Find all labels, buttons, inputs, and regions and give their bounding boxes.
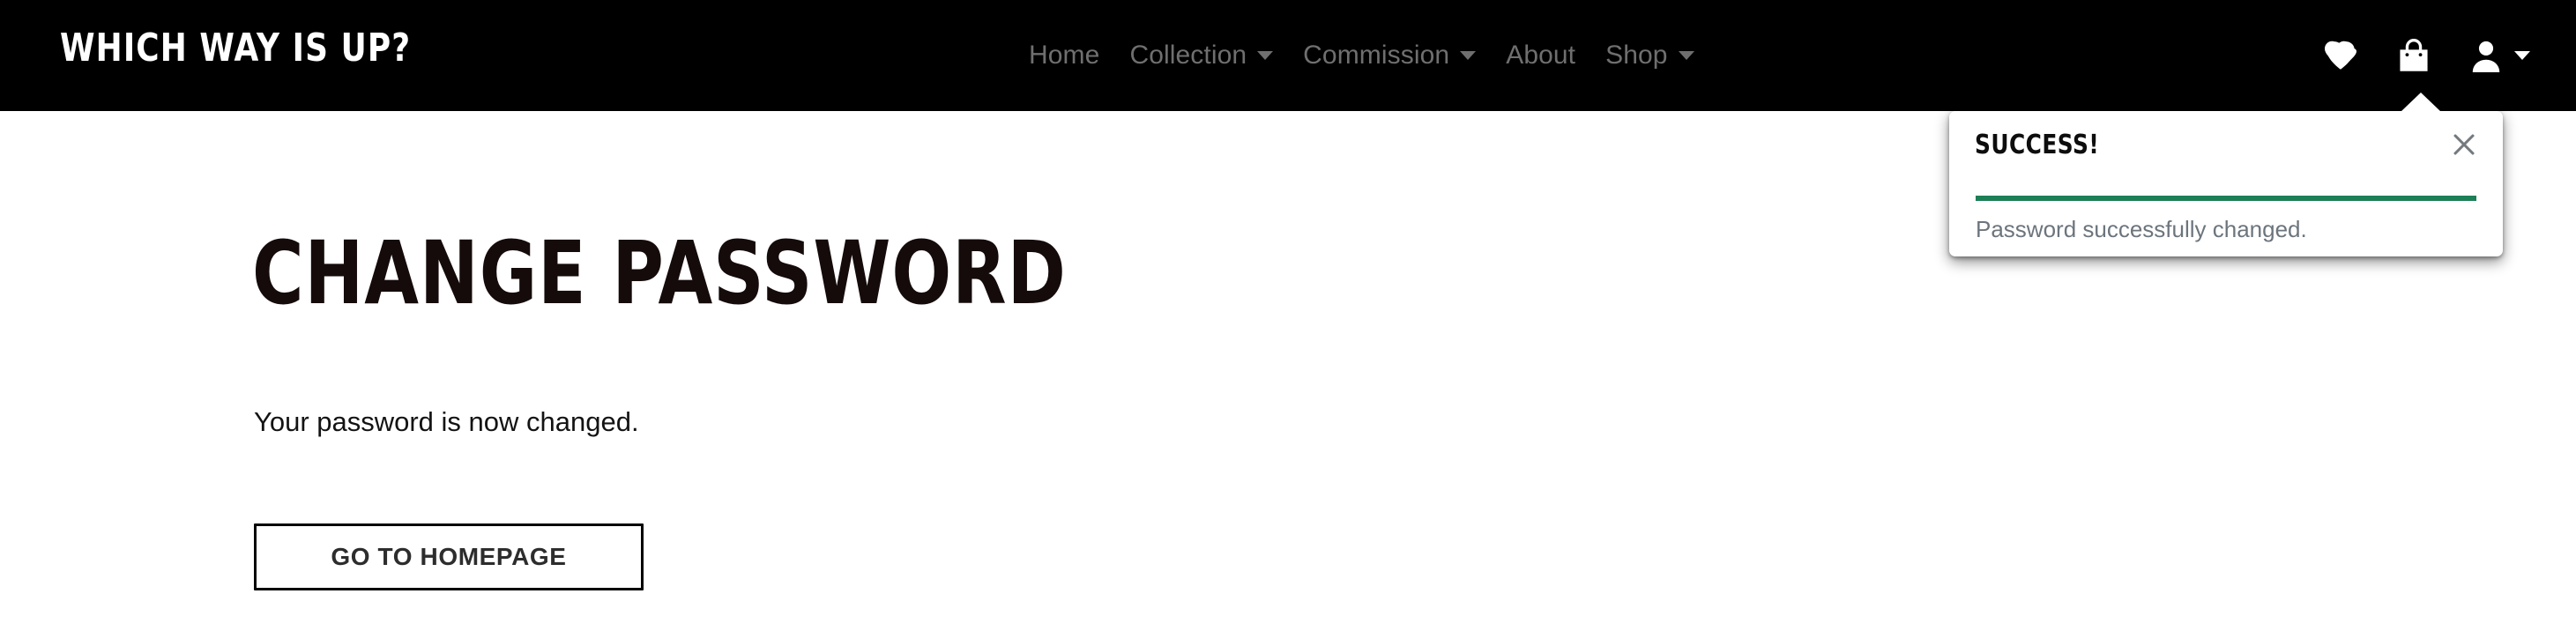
chevron-down-icon <box>2514 51 2530 60</box>
user-account-icon <box>2469 38 2503 73</box>
shopping-bag-icon <box>2397 38 2431 73</box>
confirmation-message: Your password is now changed. <box>254 406 639 437</box>
nav-item-label: Collection <box>1129 41 1247 70</box>
chevron-down-icon <box>1678 51 1694 60</box>
page-title: CHANGE PASSWORD <box>252 222 1067 324</box>
nav-item-label: About <box>1506 41 1576 70</box>
chevron-down-icon <box>1257 51 1274 60</box>
nav-item-label: Commission <box>1303 41 1450 70</box>
toast-accent-divider <box>1976 196 2476 201</box>
toast-message: Password successfully changed. <box>1976 216 2307 242</box>
primary-navigation: Home Collection Commission About Shop <box>1014 0 1709 111</box>
site-header: WHICH WAY IS UP? Home Collection Commiss… <box>0 0 2576 111</box>
nav-item-commission[interactable]: Commission <box>1288 37 1491 74</box>
toast-header: SUCCESS! <box>1949 111 2503 178</box>
brand-logo[interactable]: WHICH WAY IS UP? <box>60 29 411 68</box>
heart-icon <box>2323 40 2358 71</box>
success-toast: SUCCESS! Password successfully changed. <box>1949 93 2503 256</box>
toast-pointer-arrow <box>2401 93 2441 112</box>
nav-item-shop[interactable]: Shop <box>1590 37 1709 74</box>
wishlist-button[interactable] <box>2323 40 2358 71</box>
nav-item-collection[interactable]: Collection <box>1114 37 1288 74</box>
go-to-homepage-button[interactable]: GO TO HOMEPAGE <box>254 523 644 590</box>
nav-item-label: Home <box>1029 41 1100 70</box>
chevron-down-icon <box>1460 51 1477 60</box>
cart-button[interactable] <box>2397 38 2431 73</box>
nav-item-home[interactable]: Home <box>1014 37 1114 74</box>
toast-title: SUCCESS! <box>1975 129 2100 160</box>
account-menu-button[interactable] <box>2469 38 2530 73</box>
nav-item-about[interactable]: About <box>1491 37 1590 74</box>
close-icon[interactable] <box>2449 130 2479 160</box>
nav-item-label: Shop <box>1605 41 1668 70</box>
